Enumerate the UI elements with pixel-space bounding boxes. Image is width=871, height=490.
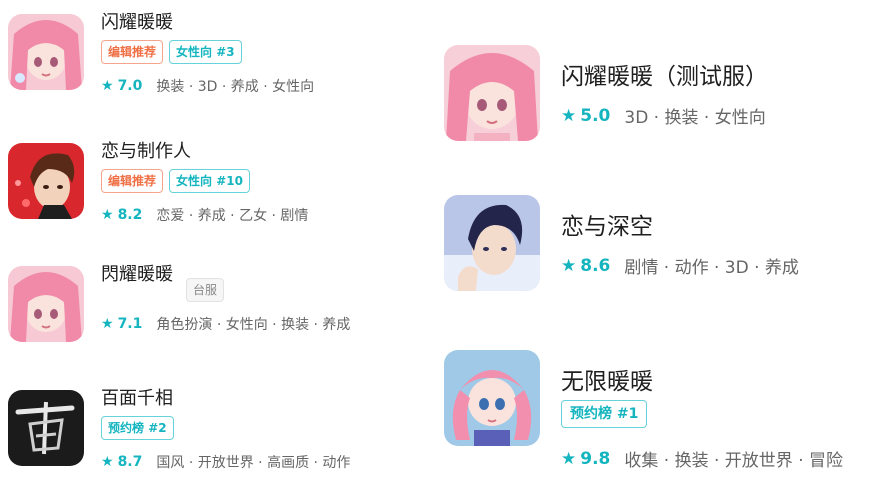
app-meta: ★ 8.2 恋爱 · 养成 · 乙女 · 剧情: [101, 205, 308, 225]
rank-badge[interactable]: 预约榜 #1: [561, 400, 648, 428]
ink-calligraphy-icon[interactable]: [8, 390, 84, 466]
star-icon: ★: [561, 255, 577, 276]
app-title[interactable]: 恋与深空: [561, 207, 653, 241]
rating-value: 8.6: [580, 255, 611, 276]
editor-pick-badge[interactable]: 编辑推荐: [101, 169, 164, 193]
pink-hair-girl-icon[interactable]: [8, 14, 84, 90]
badge-row: 编辑推荐 女性向 #10: [101, 169, 250, 193]
app-meta: ★ 5.0 3D · 换装 · 女性向: [561, 103, 766, 129]
app-meta: ★ 8.6 剧情 · 动作 · 3D · 养成: [561, 253, 799, 279]
badge-row: 编辑推荐 女性向 #3: [101, 40, 242, 64]
tag-list: 角色扮演 · 女性向 · 换装 · 养成: [156, 317, 351, 333]
badge-row: 预约榜 #2: [101, 416, 174, 440]
app-meta: ★ 8.7 国风 · 开放世界 · 高画质 · 动作: [101, 452, 350, 472]
pink-hair-girl-icon[interactable]: [8, 266, 84, 342]
tag-list: 剧情 · 动作 · 3D · 养成: [624, 258, 799, 278]
star-icon: ★: [101, 316, 114, 332]
dark-hair-boy-icon[interactable]: [444, 195, 540, 291]
pink-twin-tail-girl-icon[interactable]: [444, 350, 540, 446]
star-icon: ★: [101, 207, 114, 223]
region-badge: 台服: [186, 278, 225, 302]
badge-row: 预约榜 #1: [561, 400, 648, 428]
rating-value: 7.0: [117, 78, 143, 94]
star-icon: ★: [561, 105, 577, 126]
app-title[interactable]: 闪耀暖暖: [101, 8, 173, 34]
brown-hair-boy-icon[interactable]: [8, 143, 84, 219]
rank-badge[interactable]: 预约榜 #2: [101, 416, 174, 440]
star-icon: ★: [101, 454, 114, 470]
tag-list: 收集 · 换装 · 开放世界 · 冒险: [624, 451, 844, 471]
badge-row: 台服: [186, 278, 225, 302]
editor-pick-badge[interactable]: 编辑推荐: [101, 40, 164, 64]
rating-value: 7.1: [117, 316, 143, 332]
star-icon: ★: [561, 448, 577, 469]
app-meta: ★ 7.1 角色扮演 · 女性向 · 换装 · 养成: [101, 314, 350, 334]
tag-list: 3D · 换装 · 女性向: [624, 108, 766, 128]
app-meta: ★ 9.8 收集 · 换装 · 开放世界 · 冒险: [561, 446, 844, 472]
app-title[interactable]: 閃耀暖暖: [101, 260, 173, 286]
app-title[interactable]: 闪耀暖暖（测试服）: [561, 57, 768, 91]
pink-hair-girl-icon[interactable]: [444, 45, 540, 141]
rating-value: 8.2: [117, 207, 143, 223]
rank-badge[interactable]: 女性向 #10: [169, 169, 250, 193]
tag-list: 国风 · 开放世界 · 高画质 · 动作: [156, 455, 351, 471]
tag-list: 换装 · 3D · 养成 · 女性向: [156, 79, 315, 95]
rating-value: 9.8: [580, 448, 611, 469]
app-title[interactable]: 恋与制作人: [101, 137, 191, 163]
rating-value: 8.7: [117, 454, 143, 470]
rank-badge[interactable]: 女性向 #3: [169, 40, 242, 64]
rating-value: 5.0: [580, 105, 611, 126]
app-title[interactable]: 无限暖暖: [561, 362, 653, 396]
tag-list: 恋爱 · 养成 · 乙女 · 剧情: [156, 208, 309, 224]
star-icon: ★: [101, 78, 114, 94]
app-title[interactable]: 百面千相: [101, 384, 173, 410]
app-meta: ★ 7.0 换装 · 3D · 养成 · 女性向: [101, 76, 314, 96]
